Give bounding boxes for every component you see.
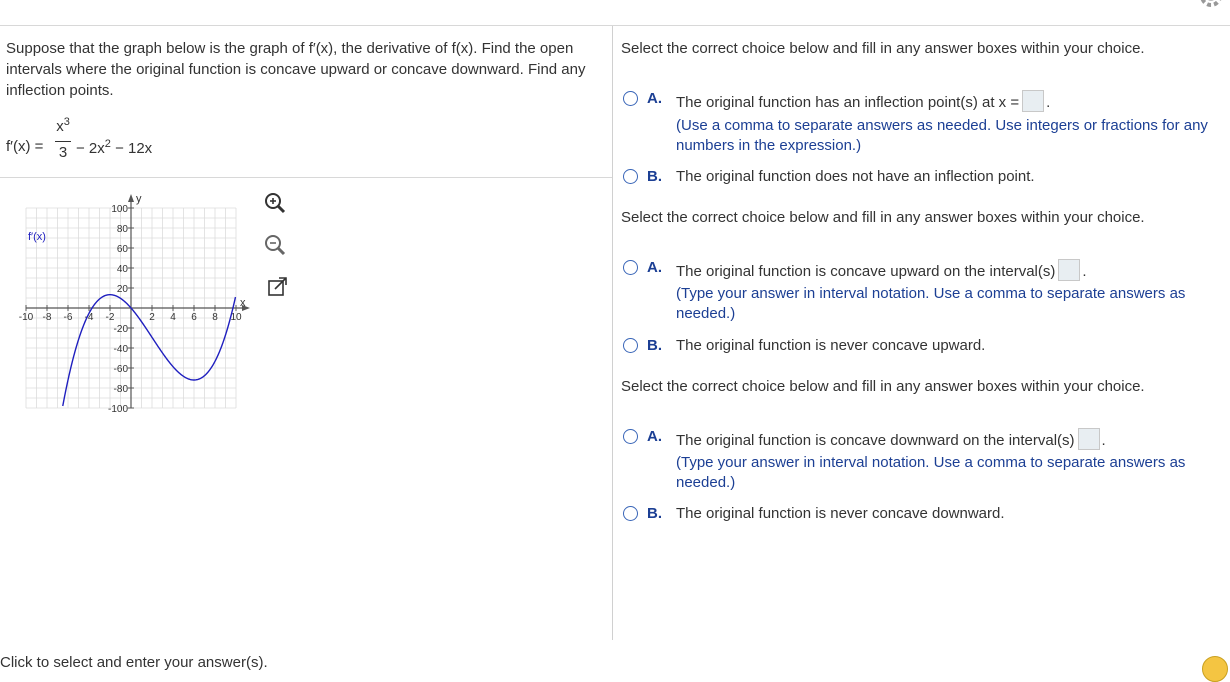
radio-concave-down-b[interactable] (623, 506, 638, 521)
numerator-base: x (56, 118, 64, 135)
choice-text: The original function is never concave u… (676, 337, 986, 354)
y-tick-label: -60 (114, 364, 129, 375)
x-tick-label: -10 (19, 312, 34, 323)
derivative-formula: f′(x) = x3 3 − 2x2 − 12x (6, 116, 306, 168)
section-divider (0, 177, 612, 178)
zoom-in-icon[interactable] (262, 190, 288, 216)
choice-hint: (Type your answer in interval notation. … (676, 454, 1186, 491)
x-tick-label: 8 (212, 312, 218, 323)
x-tick-label: 6 (191, 312, 197, 323)
settings-gear-icon[interactable] (1196, 0, 1226, 12)
choice-hint: (Use a comma to separate answers as need… (676, 117, 1208, 154)
answer-box-concave-down[interactable] (1077, 428, 1100, 450)
y-tick-label: 60 (117, 244, 129, 255)
choice-letter: B. (647, 505, 662, 522)
answer-panel: Select the correct choice below and fill… (613, 26, 1230, 640)
radio-inflection-b[interactable] (623, 169, 638, 184)
choice-text: The original function does not have an i… (676, 168, 1035, 185)
y-axis-arrow (128, 194, 134, 202)
radio-concave-down-a[interactable] (623, 429, 638, 444)
choice-text-label: The original function has an inflection … (676, 94, 1020, 111)
formula-term-2: − 2x (76, 140, 105, 157)
choice-letter: A. (647, 90, 662, 107)
choice-text: The original function has an inflection … (676, 90, 1050, 112)
question-panel: Suppose that the graph below is the grap… (0, 26, 612, 640)
y-tick-label: 100 (111, 204, 128, 215)
derivative-graph: -10 -8 -6 -4 -2 2 4 6 8 1010080604020-20-40-60-80… (19, 193, 250, 415)
y-axis-label: y (136, 193, 142, 205)
choice-hint: (Type your answer in interval notation. … (676, 285, 1186, 322)
y-tick-label: -20 (114, 324, 129, 335)
radio-concave-up-a[interactable] (623, 260, 638, 275)
y-tick-label: 40 (117, 264, 129, 275)
instruction-inflection: Select the correct choice below and fill… (621, 40, 1145, 57)
graph-legend: f′(x) (28, 231, 46, 243)
x-tick-label: -2 (106, 312, 115, 323)
graph-ticks: -10 -8 -6 -4 -2 2 4 6 8 1010080604020-20-40-60-80… (19, 204, 242, 415)
x-tick-label: -6 (64, 312, 73, 323)
formula-lhs: f′(x) = (6, 138, 44, 155)
answer-box-concave-up[interactable] (1058, 259, 1081, 281)
formula-denominator: 3 (58, 144, 68, 161)
choice-text: The original function is concave upward … (676, 259, 1087, 281)
zoom-out-icon[interactable] (262, 232, 288, 258)
numerator-exponent: 3 (63, 116, 70, 128)
x-axis-label: x (240, 297, 246, 309)
y-tick-label: -40 (114, 344, 129, 355)
period: . (1101, 432, 1106, 449)
choice-letter: B. (647, 168, 662, 185)
formula-numerator: x3 (54, 116, 72, 135)
choice-text: The original function is never concave d… (676, 505, 1005, 522)
x-tick-label: 2 (149, 312, 155, 323)
question-text: Suppose that the graph below is the grap… (6, 40, 586, 99)
choice-letter: A. (647, 259, 662, 276)
choice-text-label: The original function is concave upward … (676, 263, 1056, 280)
y-tick-label: -80 (114, 384, 129, 395)
fraction-bar (55, 141, 71, 142)
choice-letter: A. (647, 428, 662, 445)
y-tick-label: 80 (117, 224, 129, 235)
radio-inflection-a[interactable] (623, 91, 638, 106)
radio-concave-up-b[interactable] (623, 338, 638, 353)
y-tick-label: 20 (117, 284, 129, 295)
help-icon[interactable] (1202, 656, 1228, 682)
graph-axes (26, 194, 250, 408)
period: . (1046, 94, 1051, 111)
formula-rest: − 2x2 − 12x (76, 138, 152, 157)
instruction-concave-up: Select the correct choice below and fill… (621, 209, 1145, 226)
period: . (1082, 263, 1087, 280)
footer-instruction: Click to select and enter your answer(s)… (0, 654, 268, 671)
choice-text-label: The original function is concave downwar… (676, 432, 1075, 449)
answer-box-inflection[interactable] (1022, 90, 1045, 112)
choice-letter: B. (647, 337, 662, 354)
formula-term-3: − 12x (110, 140, 153, 157)
x-tick-label: 4 (170, 312, 176, 323)
y-tick-label: -100 (108, 404, 128, 415)
external-link-icon[interactable] (265, 274, 291, 300)
choice-text: The original function is concave downwar… (676, 428, 1106, 450)
instruction-concave-down: Select the correct choice below and fill… (621, 378, 1145, 395)
x-tick-label: -8 (43, 312, 52, 323)
